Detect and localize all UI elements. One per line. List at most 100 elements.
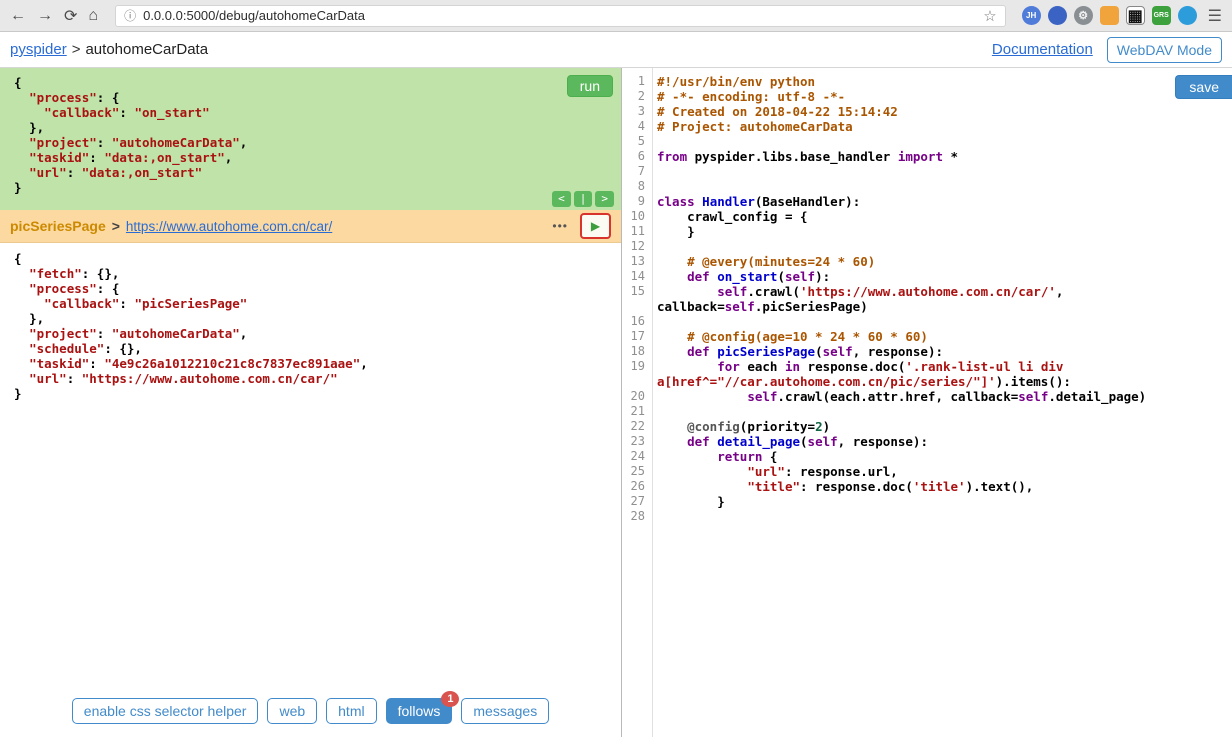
refresh-icon[interactable]: ⟳ [64, 6, 77, 26]
task-json-editor[interactable]: { "process": { "callback": "on_start" },… [0, 68, 621, 210]
address-bar[interactable]: ⓘ 0.0.0.0:5000/debug/autohomeCarData ☆ [115, 4, 1006, 27]
json-line: "process": { [29, 281, 120, 296]
debug-tabs: enable css selector helper web html follows… [0, 691, 621, 737]
json-line: "fetch": {}, [29, 266, 120, 281]
json-line: "project": "autohomeCarData", [29, 135, 248, 150]
debug-panel: { "process": { "callback": "on_start" },… [0, 68, 621, 737]
tab-messages[interactable]: messages [461, 698, 550, 724]
tab-web[interactable]: web [267, 698, 318, 724]
code-line: 4 # Project: autohomeCarData [622, 119, 1232, 134]
task-detail-editor[interactable]: { "fetch": {}, "process": { "callback": … [0, 243, 621, 692]
code-line: 2 # -*- encoding: utf-8 -*- [622, 89, 1232, 104]
code-line: 22 @config(priority=2) [622, 419, 1232, 434]
line-number: 7 [637, 164, 645, 178]
line-number: 27 [630, 494, 645, 508]
code-line: 25 "url": response.url, [622, 464, 1232, 479]
code-line: 21 [622, 404, 1232, 419]
prev-task-button[interactable]: < [552, 191, 571, 207]
line-number: 20 [630, 389, 645, 403]
json-line: "project": "autohomeCarData", [29, 326, 248, 341]
code-line: 3 # Created on 2018-04-22 15:14:42 [622, 104, 1232, 119]
line-number: 2 [637, 89, 645, 103]
line-number: 12 [630, 239, 645, 253]
follow-url-link[interactable]: https://www.autohome.com.cn/car/ [126, 219, 332, 234]
code-line: 5 [622, 134, 1232, 149]
globe-extension-icon[interactable] [1177, 6, 1197, 25]
debug-workspace: { "process": { "callback": "on_start" },… [0, 68, 1232, 737]
code-line: 28 [622, 509, 1232, 524]
json-line: { [14, 251, 22, 266]
webdav-mode-button[interactable]: WebDAV Mode [1106, 36, 1222, 63]
page-info-icon[interactable]: ⓘ [124, 7, 136, 24]
next-task-button[interactable]: > [595, 191, 614, 207]
line-number: 25 [630, 464, 645, 478]
breadcrumb: pyspider > autohomeCarData [10, 41, 208, 58]
code-line: 27 } [622, 494, 1232, 509]
save-button[interactable]: save [1175, 75, 1232, 99]
line-number: 21 [630, 404, 645, 418]
code-line: 16 [622, 314, 1232, 329]
line-number: 28 [630, 509, 645, 523]
code-line: 24 return { [622, 449, 1232, 464]
task-divider-button[interactable]: | [573, 191, 593, 207]
json-line: "callback": "on_start" [44, 105, 210, 120]
follow-more-button[interactable]: ••• [552, 219, 568, 233]
line-number: 9 [637, 194, 645, 208]
home-icon[interactable]: ⌂ [88, 7, 98, 25]
run-button[interactable]: run [566, 75, 613, 97]
gear-extension-icon[interactable]: ⚙ [1073, 6, 1093, 25]
code-line: 14 def on_start(self): [622, 269, 1232, 284]
code-line: 23 def detail_page(self, response): [622, 434, 1232, 449]
code-line: 20 self.crawl(each.attr.href, callback=s… [622, 389, 1232, 404]
browser-menu-icon[interactable]: ☰ [1208, 6, 1222, 26]
line-number: 11 [630, 224, 645, 238]
grs-extension-icon[interactable]: GRS [1151, 6, 1171, 25]
project-name: autohomeCarData [85, 41, 209, 58]
line-number: 22 [630, 419, 645, 433]
code-line: 10 crawl_config = { [622, 209, 1232, 224]
back-icon[interactable]: ← [10, 7, 26, 25]
json-line: "taskid": "4e9c26a1012210c21c8c7837ec891… [29, 356, 368, 371]
tab-follows[interactable]: follows 1 [385, 691, 460, 724]
json-line: "url": "data:,on_start" [29, 165, 203, 180]
url-text[interactable]: 0.0.0.0:5000/debug/autohomeCarData [143, 8, 983, 23]
run-follow-button[interactable]: ▶ [580, 213, 611, 239]
follow-callback-label: picSeriesPage [10, 218, 106, 234]
line-number: 24 [630, 449, 645, 463]
line-number: 6 [637, 149, 645, 163]
bookmark-star-icon[interactable]: ☆ [983, 7, 996, 25]
json-line: }, [14, 311, 45, 326]
pyspider-home-link[interactable]: pyspider [10, 41, 67, 58]
blue-app-extension-icon[interactable] [1047, 6, 1067, 25]
code-line: 11 } [622, 224, 1232, 239]
code-line: 8 [622, 179, 1232, 194]
documentation-link[interactable]: Documentation [992, 41, 1093, 58]
json-line: "url": "https://www.autohome.com.cn/car/… [29, 371, 338, 386]
line-number: 17 [630, 329, 645, 343]
python-code-editor[interactable]: 1 #!/usr/bin/env python 2 # -*- encoding: u… [622, 68, 1232, 524]
extensions: JH ⚙ ▦ GRS [1021, 6, 1197, 25]
line-number: 14 [630, 269, 645, 283]
task-json-content[interactable]: { "process": { "callback": "on_start" },… [8, 75, 615, 195]
line-number: 18 [630, 344, 645, 358]
app-header: pyspider > autohomeCarData Documentation… [0, 32, 1232, 68]
header-actions: Documentation WebDAV Mode [992, 36, 1222, 63]
play-icon: ▶ [590, 219, 601, 233]
jh-extension-icon[interactable]: JH [1021, 6, 1041, 25]
line-number: 5 [637, 134, 645, 148]
json-line: "process": { [29, 90, 120, 105]
follow-separator: > [111, 218, 120, 234]
qr-code-extension-icon[interactable]: ▦ [1125, 6, 1145, 25]
tab-css-selector-helper[interactable]: enable css selector helper [71, 698, 259, 724]
line-number: 10 [630, 209, 645, 223]
task-detail-content[interactable]: { "fetch": {}, "process": { "callback": … [8, 251, 613, 401]
code-line: 13 # @every(minutes=24 * 60) [622, 254, 1232, 269]
orange-app-extension-icon[interactable] [1099, 6, 1119, 25]
line-number: 3 [637, 104, 645, 118]
tab-html[interactable]: html [326, 698, 377, 724]
code-line: 1 #!/usr/bin/env python [622, 74, 1232, 89]
forward-icon[interactable]: → [37, 7, 53, 25]
code-line: 19 for each in response.doc('.rank-list-… [622, 359, 1232, 389]
code-line: 15 self.crawl('https://www.autohome.com.… [622, 284, 1232, 314]
line-number: 23 [630, 434, 645, 448]
